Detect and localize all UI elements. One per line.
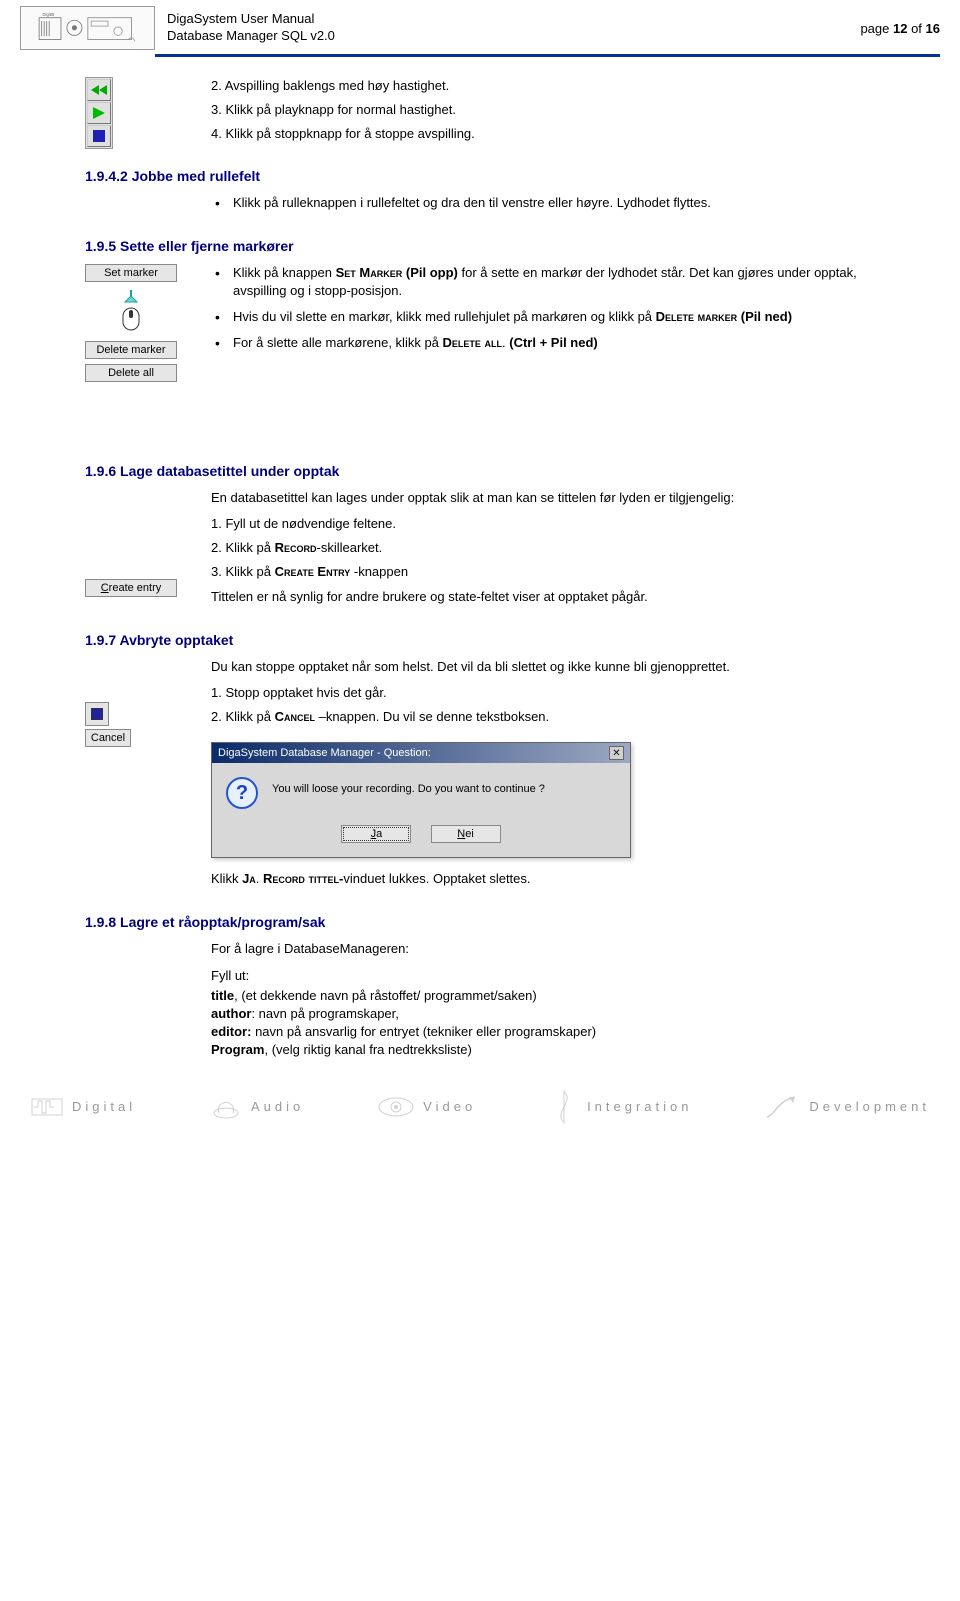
dialog-message: You will loose your recording. Do you wa… — [272, 777, 545, 795]
page-header: Digi65 DigaSystem User Manual Database M… — [0, 0, 960, 52]
footer-audio: Audio — [209, 1093, 304, 1121]
video-icon — [377, 1095, 415, 1119]
field-editor: editor: navn på ansvarlig for entryet (t… — [211, 1023, 880, 1041]
stop-square-icon — [85, 702, 109, 726]
footer-video: Video — [377, 1095, 476, 1119]
rewind-fast-icon — [87, 79, 111, 101]
delete-marker-button[interactable]: Delete marker — [85, 341, 177, 359]
heading-198: 1.9.8 Lagre et råopptak/program/sak — [85, 914, 880, 930]
set-marker-button[interactable]: Set marker — [85, 264, 177, 282]
p-196-intro: En databasetittel kan lages under opptak… — [211, 489, 880, 507]
field-program: Program, (velg riktig kanal fra nedtrekk… — [211, 1041, 880, 1059]
digital-icon — [30, 1093, 64, 1121]
footer-integration: Integration — [549, 1090, 692, 1124]
close-icon[interactable]: ✕ — [609, 746, 624, 760]
step-197-2: 2. Klikk på Cancel –knappen. Du vil se d… — [211, 708, 880, 726]
page-footer: Digital Audio Video Integration Developm… — [0, 1080, 960, 1134]
playback-controls-icon — [85, 77, 113, 149]
bullet-set-marker: Klikk på knappen Set Marker (Pil opp) fo… — [211, 264, 880, 300]
p-196-result: Tittelen er nå synlig for andre brukere … — [211, 588, 880, 606]
p-197-intro: Du kan stoppe opptaket når som helst. De… — [211, 658, 880, 676]
playback-steps: 2. Avspilling baklengs med høy hastighet… — [211, 77, 880, 144]
manual-subtitle: Database Manager SQL v2.0 — [167, 28, 335, 45]
create-entry-button[interactable]: CCreate entryreate entry — [85, 579, 177, 597]
heading-197: 1.9.7 Avbryte opptaket — [85, 632, 880, 648]
development-icon — [765, 1093, 801, 1121]
audio-icon — [209, 1093, 243, 1121]
heading-196: 1.9.6 Lage databasetittel under opptak — [85, 463, 880, 479]
bullet-rullefelt: Klikk på rulleknappen i rullefeltet og d… — [211, 194, 880, 212]
stop-icon — [87, 125, 111, 147]
page-number: page 12 of 16 — [860, 21, 940, 36]
cancel-icon-group: Cancel — [85, 702, 131, 750]
field-author: author: navn på programskaper, — [211, 1005, 880, 1023]
footer-development: Development — [765, 1093, 930, 1121]
bullet-delete-all: For å slette alle markørene, klikk på De… — [211, 334, 880, 352]
step-197-1: 1. Stopp opptaket hvis det går. — [211, 684, 880, 702]
delete-all-button[interactable]: Delete all — [85, 364, 177, 382]
bullet-delete-marker: Hvis du vil slette en markør, klikk med … — [211, 308, 880, 326]
dialog-no-button[interactable]: NNeiei — [431, 825, 501, 843]
logo-icon: Digi65 — [20, 6, 155, 50]
step-2: 2. Avspilling baklengs med høy hastighet… — [211, 77, 880, 95]
svg-text:Digi65: Digi65 — [42, 12, 55, 17]
header-titles: DigaSystem User Manual Database Manager … — [167, 11, 335, 45]
dialog-yes-button[interactable]: JJaa — [341, 825, 411, 843]
mouse-marker-icon — [116, 290, 146, 336]
step-3: 3. Klikk på playknapp for normal hastigh… — [211, 101, 880, 119]
marker-buttons-icon: Set marker Delete marker Delete all — [85, 264, 177, 385]
cancel-button[interactable]: Cancel — [85, 729, 131, 747]
confirm-dialog: DigaSystem Database Manager - Question: … — [211, 742, 631, 858]
heading-195: 1.9.5 Sette eller fjerne markører — [85, 238, 880, 254]
p-198-intro: For å lagre i DatabaseManageren: — [211, 940, 880, 958]
dialog-titlebar: DigaSystem Database Manager - Question: … — [212, 743, 630, 763]
question-icon: ? — [226, 777, 258, 809]
step-196-1: 1. Fyll ut de nødvendige feltene. — [211, 515, 880, 533]
integration-icon — [549, 1090, 579, 1124]
step-196-2: 2. Klikk på Record-skillearket. — [211, 539, 880, 557]
p-198-fillout: Fyll ut: — [211, 967, 880, 985]
step-196-3: 3. Klikk på Create Entry -knappen — [211, 563, 880, 581]
heading-1942: 1.9.4.2 Jobbe med rullefelt — [85, 168, 880, 184]
manual-title: DigaSystem User Manual — [167, 11, 335, 28]
footer-digital: Digital — [30, 1093, 136, 1121]
field-title: title, (et dekkende navn på råstoffet/ p… — [211, 987, 880, 1005]
step-4: 4. Klikk på stoppknapp for å stoppe avsp… — [211, 125, 880, 143]
dialog-title-text: DigaSystem Database Manager - Question: — [218, 747, 431, 759]
play-icon — [87, 102, 111, 124]
p-197-after: Klikk Ja. Record tittel-vinduet lukkes. … — [211, 870, 880, 888]
